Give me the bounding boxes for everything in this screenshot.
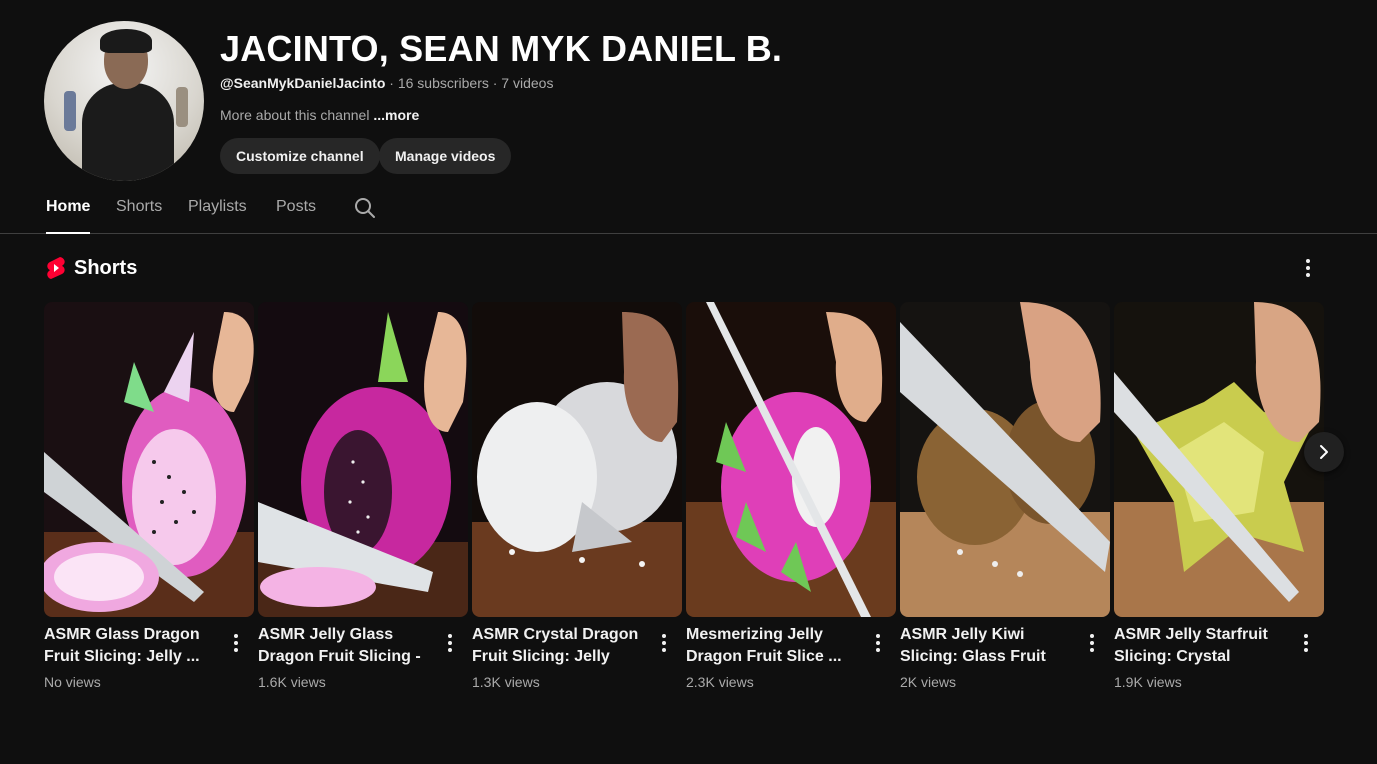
channel-stats: · 16 subscribers · 7 videos [385,75,554,91]
short-card[interactable]: ASMR Jelly Glass Dragon Fruit Slicing - … [258,302,468,690]
more-link[interactable]: ...more [373,107,419,123]
short-thumbnail[interactable] [258,302,468,617]
channel-name: JACINTO, SEAN MYK DANIEL B. [220,28,783,69]
manage-videos-button[interactable]: Manage videos [379,138,512,174]
short-views: 2K views [900,674,957,690]
short-menu-button[interactable] [224,631,248,655]
short-menu-button[interactable] [866,631,890,655]
short-thumbnail[interactable] [472,302,682,617]
short-title[interactable]: ASMR Glass Dragon Fruit Slicing: Jelly .… [44,624,220,668]
short-card[interactable]: ASMR Jelly Starfruit Slicing: Crystal Cr… [1114,302,1324,690]
short-thumbnail[interactable] [1114,302,1324,617]
short-card[interactable]: ASMR Crystal Dragon Fruit Slicing: Jelly… [472,302,682,690]
tab-home[interactable]: Home [46,198,91,234]
tab-playlists[interactable]: Playlists [188,198,247,234]
shorts-icon [47,257,65,279]
short-menu-button[interactable] [652,631,676,655]
short-views: No views [44,674,101,690]
section-title-label: Shorts [74,256,138,279]
short-views: 1.6K views [258,674,326,690]
short-views: 2.3K views [686,674,754,690]
tab-shorts[interactable]: Shorts [116,198,162,234]
short-views: 1.3K views [472,674,540,690]
short-menu-button[interactable] [1080,631,1104,655]
channel-avatar[interactable] [44,21,204,181]
channel-handle: @SeanMykDanielJacinto [220,75,386,91]
channel-header: JACINTO, SEAN MYK DANIEL B. @SeanMykDani… [0,0,1377,190]
shorts-section-title: Shorts [46,256,137,280]
tab-posts[interactable]: Posts [276,198,316,234]
short-views: 1.9K views [1114,674,1182,690]
channel-about[interactable]: More about this channel ...more [220,107,419,123]
short-title[interactable]: ASMR Jelly Glass Dragon Fruit Slicing - … [258,624,434,668]
channel-tabs: Home Shorts Playlists Posts [0,190,1377,234]
short-title[interactable]: ASMR Jelly Starfruit Slicing: Crystal Cr… [1114,624,1290,668]
chevron-right-icon [1320,445,1328,459]
short-card[interactable]: Mesmerizing Jelly Dragon Fruit Slice ...… [686,302,896,690]
section-menu-button[interactable] [1296,256,1320,280]
search-icon[interactable] [353,196,377,220]
short-card[interactable]: ASMR Glass Dragon Fruit Slicing: Jelly .… [44,302,254,690]
customize-channel-button[interactable]: Customize channel [220,138,380,174]
channel-meta: @SeanMykDanielJacinto · 16 subscribers ·… [220,75,553,91]
short-card[interactable]: ASMR Jelly Kiwi Slicing: Glass Fruit Per… [900,302,1110,690]
about-text: More about this channel [220,107,374,123]
short-title[interactable]: ASMR Crystal Dragon Fruit Slicing: Jelly… [472,624,648,668]
short-title[interactable]: Mesmerizing Jelly Dragon Fruit Slice ... [686,624,862,668]
short-title[interactable]: ASMR Jelly Kiwi Slicing: Glass Fruit Per… [900,624,1076,668]
short-thumbnail[interactable] [686,302,896,617]
short-menu-button[interactable] [1294,631,1318,655]
short-menu-button[interactable] [438,631,462,655]
short-thumbnail[interactable] [44,302,254,617]
shelf-next-button[interactable] [1304,432,1344,472]
short-thumbnail[interactable] [900,302,1110,617]
